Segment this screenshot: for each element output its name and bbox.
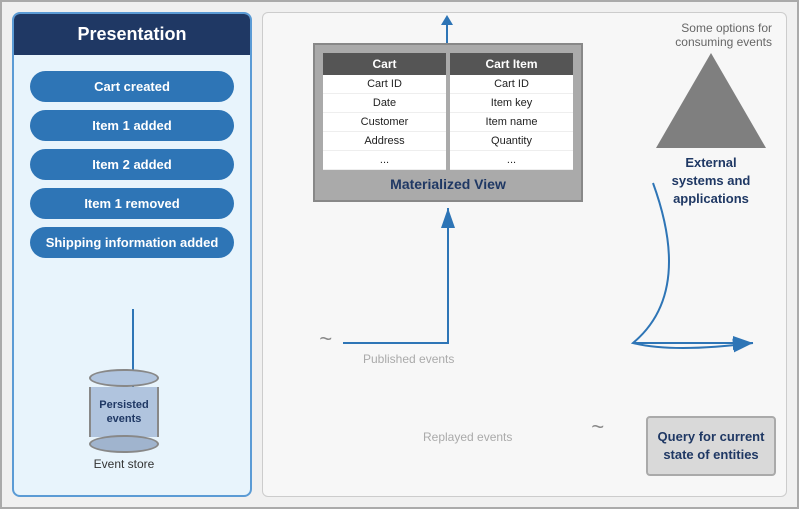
- cart-item-row-4: Quantity: [450, 132, 573, 151]
- cylinder: Persisted events: [89, 369, 159, 453]
- cart-row-4: Address: [323, 132, 446, 151]
- event-store-container: Persisted events Event store: [89, 369, 159, 471]
- event-badge-2: Item 1 added: [30, 110, 234, 141]
- cart-row-3: Customer: [323, 113, 446, 132]
- materialized-view-container: Cart Cart ID Date Customer Address ... C…: [313, 43, 583, 202]
- mv-inner: Cart Cart ID Date Customer Address ... C…: [323, 53, 573, 170]
- event-badge-3: Item 2 added: [30, 149, 234, 180]
- presentation-header: Presentation: [14, 14, 250, 55]
- cart-item-table-header: Cart Item: [450, 53, 573, 75]
- cylinder-bottom: [89, 435, 159, 453]
- replayed-events-label: Replayed events: [423, 430, 512, 444]
- event-badge-1: Cart created: [30, 71, 234, 102]
- tilde-left-icon: ~: [319, 326, 332, 352]
- cart-item-row-3: Item name: [450, 113, 573, 132]
- cart-row-5: ...: [323, 151, 446, 170]
- cart-row-2: Date: [323, 94, 446, 113]
- cart-item-row-5: ...: [450, 151, 573, 170]
- events-list: Cart created Item 1 added Item 2 added I…: [14, 59, 250, 270]
- cart-item-table: Cart Item Cart ID Item key Item name Qua…: [450, 53, 573, 170]
- cylinder-top: [89, 369, 159, 387]
- event-store-label: Event store: [94, 457, 155, 471]
- options-text: Some options forconsuming events: [675, 21, 772, 49]
- published-events-label: Published events: [363, 352, 454, 366]
- tilde-right-icon: ~: [591, 414, 604, 440]
- cart-row-1: Cart ID: [323, 75, 446, 94]
- query-box: Query for current state of entities: [646, 416, 776, 476]
- external-label: Externalsystems andapplications: [672, 154, 751, 209]
- main-area: Some options forconsuming events Cart Ca…: [262, 12, 787, 497]
- cart-table-header: Cart: [323, 53, 446, 75]
- event-badge-4: Item 1 removed: [30, 188, 234, 219]
- cart-item-row-1: Cart ID: [450, 75, 573, 94]
- cart-item-row-2: Item key: [450, 94, 573, 113]
- mv-title: Materialized View: [323, 176, 573, 192]
- event-badge-5: Shipping information added: [30, 227, 234, 258]
- presentation-panel: Presentation Cart created Item 1 added I…: [12, 12, 252, 497]
- external-systems-container: Externalsystems andapplications: [656, 53, 766, 209]
- main-container: Presentation Cart created Item 1 added I…: [0, 0, 799, 509]
- triangle-icon: [656, 53, 766, 148]
- cart-table: Cart Cart ID Date Customer Address ...: [323, 53, 446, 170]
- cylinder-body: Persisted events: [89, 387, 159, 437]
